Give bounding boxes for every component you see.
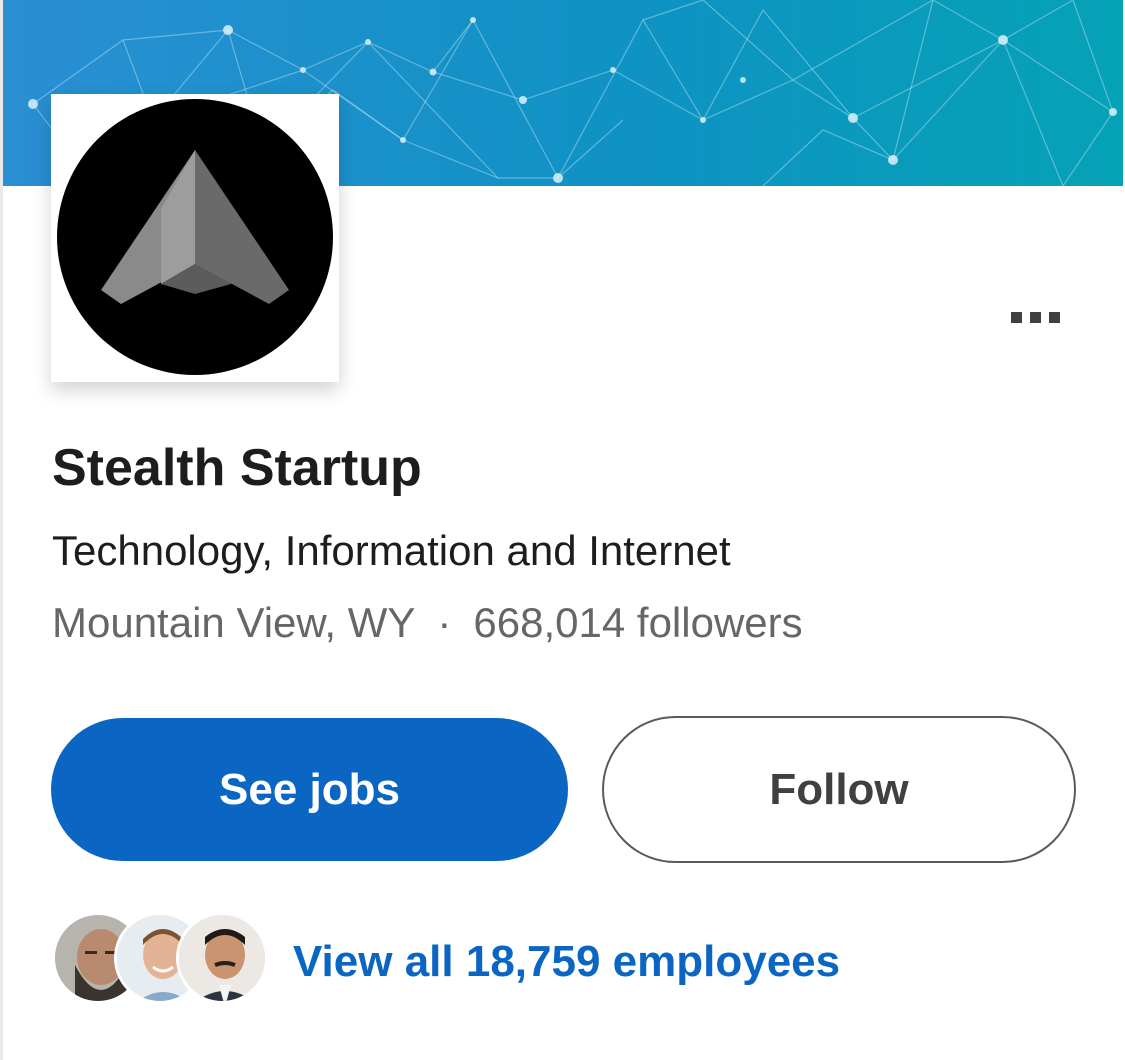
- company-name: Stealth Startup: [52, 439, 422, 497]
- company-industry: Technology, Information and Internet: [52, 527, 731, 574]
- company-location: Mountain View, WY: [52, 599, 416, 646]
- more-dot: [1048, 311, 1060, 323]
- more-options-button[interactable]: [996, 300, 1074, 334]
- meta-separator: ·: [437, 599, 452, 646]
- company-logo[interactable]: [51, 94, 339, 382]
- view-all-employees-link[interactable]: View all 18,759 employees: [293, 934, 840, 990]
- more-dot: [1029, 311, 1041, 323]
- company-profile-card: Stealth Startup Technology, Information …: [0, 0, 1125, 1060]
- more-horizontal-icon: [1010, 311, 1022, 323]
- follow-button[interactable]: Follow: [602, 716, 1076, 863]
- see-jobs-button[interactable]: See jobs: [51, 718, 568, 861]
- company-meta: Mountain View, WY · 668,014 followers: [52, 596, 803, 650]
- logo-mark-icon: [57, 99, 333, 375]
- avatar: [176, 912, 268, 1004]
- employee-avatars[interactable]: [52, 912, 268, 1004]
- follower-count: 668,014 followers: [473, 599, 803, 646]
